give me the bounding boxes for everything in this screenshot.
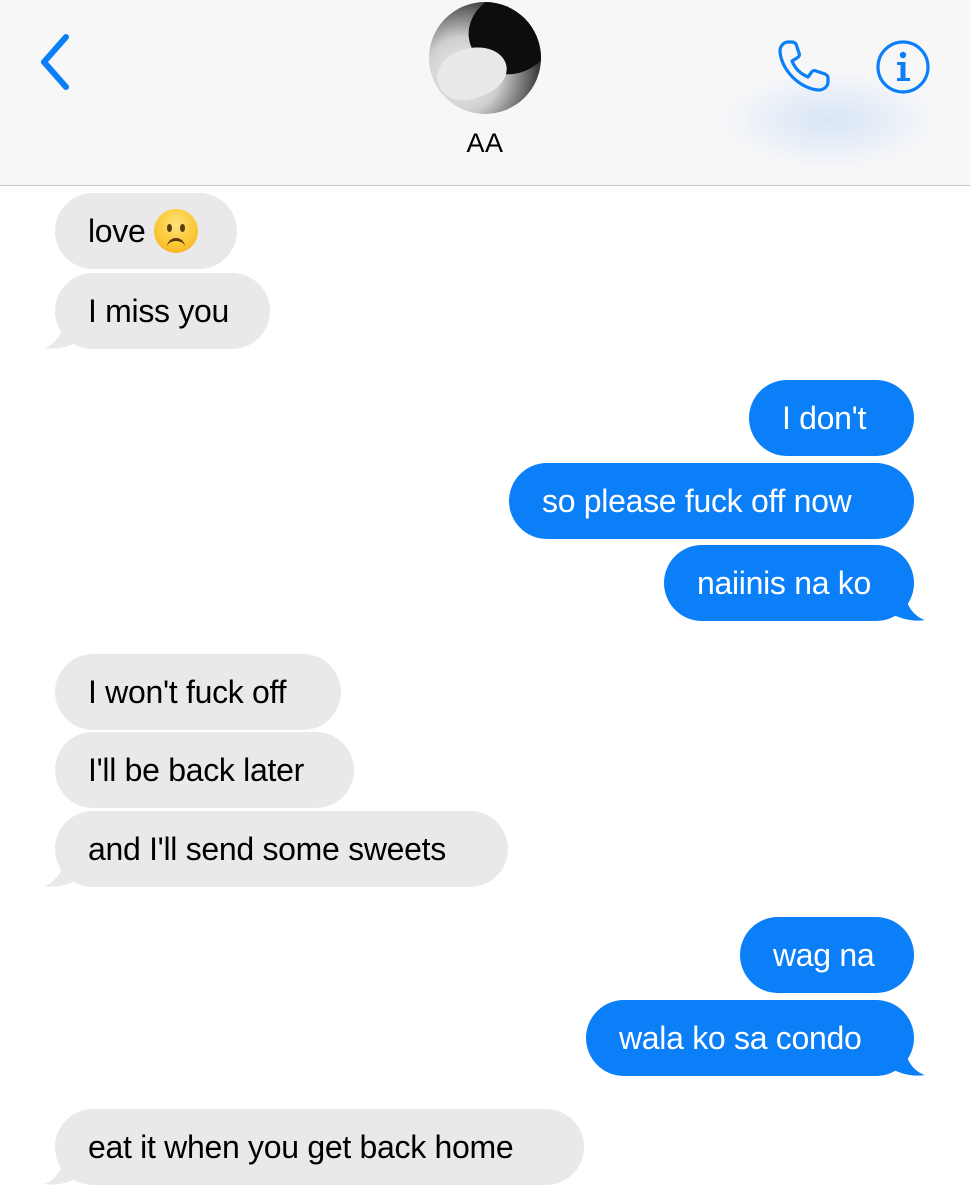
outgoing-bubble-tail [889,590,925,621]
phone-icon [778,40,830,92]
message-text: wala ko sa condo [619,1020,862,1056]
message-text: so please fuck off now [542,483,852,519]
incoming-bubble-tail [44,318,80,349]
message-text: wag na [773,937,875,973]
message-text: I'll be back later [88,752,304,788]
incoming-message[interactable]: eat it when you get back home [55,1109,584,1185]
info-icon [876,40,930,94]
outgoing-message[interactable]: so please fuck off now [509,463,914,539]
chevron-left-icon [41,34,69,90]
outgoing-bubble-tail [889,1045,925,1076]
message-text: love [88,213,146,249]
message-text: and I'll send some sweets [88,831,446,867]
incoming-message[interactable]: I'll be back later [55,732,354,808]
incoming-message[interactable]: love [55,193,237,269]
contact-name[interactable]: AA [385,128,585,159]
incoming-bubble-tail [44,1154,80,1185]
incoming-message[interactable]: and I'll send some sweets [55,811,508,887]
info-button[interactable] [872,36,934,98]
message-text: I won't fuck off [88,674,287,710]
frowning-face-icon [153,208,198,253]
outgoing-message[interactable]: naiinis na ko [664,545,914,621]
message-text: I don't [782,400,867,436]
call-button[interactable] [770,34,838,98]
message-text: eat it when you get back home [88,1129,514,1165]
back-button[interactable] [28,30,82,94]
incoming-message[interactable]: I won't fuck off [55,654,341,730]
message-text: I miss you [88,293,230,329]
conversation-header: AA [0,0,970,186]
contact-avatar[interactable] [429,2,541,114]
message-text: naiinis na ko [697,565,871,601]
outgoing-message[interactable]: I don't [749,380,914,456]
incoming-message[interactable]: I miss you [55,273,270,349]
outgoing-message[interactable]: wala ko sa condo [586,1000,914,1076]
incoming-bubble-tail [44,856,80,887]
outgoing-message[interactable]: wag na [740,917,914,993]
